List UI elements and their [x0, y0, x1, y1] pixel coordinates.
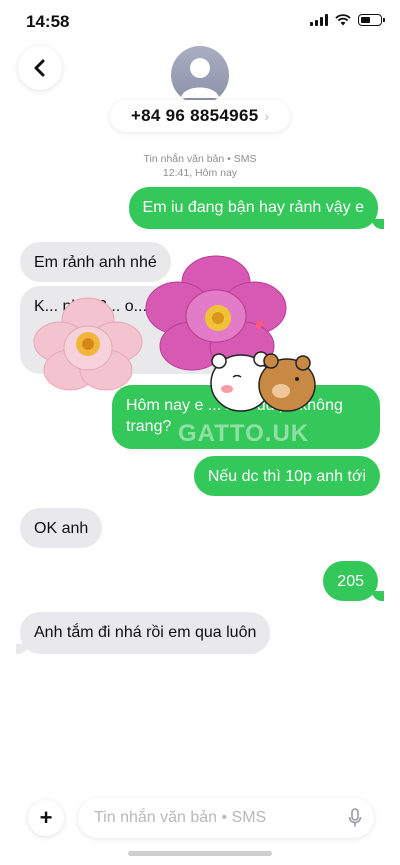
message-bubble-outgoing[interactable]: 205 — [323, 561, 378, 601]
home-indicator[interactable] — [128, 851, 272, 856]
contact-avatar[interactable] — [171, 46, 229, 104]
add-attachment-button[interactable]: + — [28, 800, 64, 836]
message-bubble-outgoing[interactable]: Em iu đang bận hay rảnh vậy e — [128, 187, 378, 229]
message-text: Em rảnh anh nhé — [34, 254, 157, 271]
contact-name-button[interactable]: +84 96 8854965 › — [110, 100, 290, 132]
message-text: Anh tắm đi nhá rồi em qua luôn — [34, 624, 257, 641]
cellular-signal-icon — [310, 14, 328, 26]
person-icon — [181, 58, 219, 98]
contact-number: +84 96 8854965 — [130, 106, 259, 125]
message-input-placeholder: Tin nhắn văn bản • SMS — [94, 809, 267, 826]
status-bar: 14:58 — [0, 0, 400, 44]
message-text: 205 — [337, 573, 364, 590]
message-text: Em iu đang bận hay rảnh vậy e — [142, 199, 364, 216]
conversation-type-label: Tin nhắn văn bản • SMS — [143, 153, 257, 165]
conversation-timestamp: 12:41, Hôm nay — [162, 167, 238, 179]
message-bubble-incoming[interactable]: OK anh — [20, 508, 103, 548]
composer: + Tin nhắn văn bản • SMS — [0, 790, 400, 846]
peony-sticker-pink — [33, 297, 143, 391]
bubble-tail — [16, 644, 28, 654]
microphone-icon[interactable] — [348, 808, 362, 828]
wifi-icon — [335, 14, 351, 26]
status-time: 14:58 — [26, 12, 70, 31]
back-button[interactable] — [18, 46, 62, 90]
watermark: GATTO.UK — [178, 420, 310, 447]
message-text: Nếu dc thì 10p anh tới — [207, 468, 366, 485]
message-bubble-incoming[interactable]: Anh tắm đi nhá rồi em qua luôn — [20, 612, 271, 654]
status-icons — [310, 14, 385, 26]
message-input[interactable]: Tin nhắn văn bản • SMS — [78, 798, 374, 838]
message-bubble-outgoing[interactable]: Nếu dc thì 10p anh tới — [193, 456, 380, 496]
chevron-left-icon — [34, 59, 45, 77]
battery-icon — [358, 14, 385, 26]
bubble-tail — [372, 219, 384, 229]
message-text: OK anh — [34, 520, 89, 537]
bubble-tail — [372, 591, 384, 601]
chevron-right-icon: › — [264, 108, 270, 124]
bear-hug-sticker — [210, 351, 316, 412]
